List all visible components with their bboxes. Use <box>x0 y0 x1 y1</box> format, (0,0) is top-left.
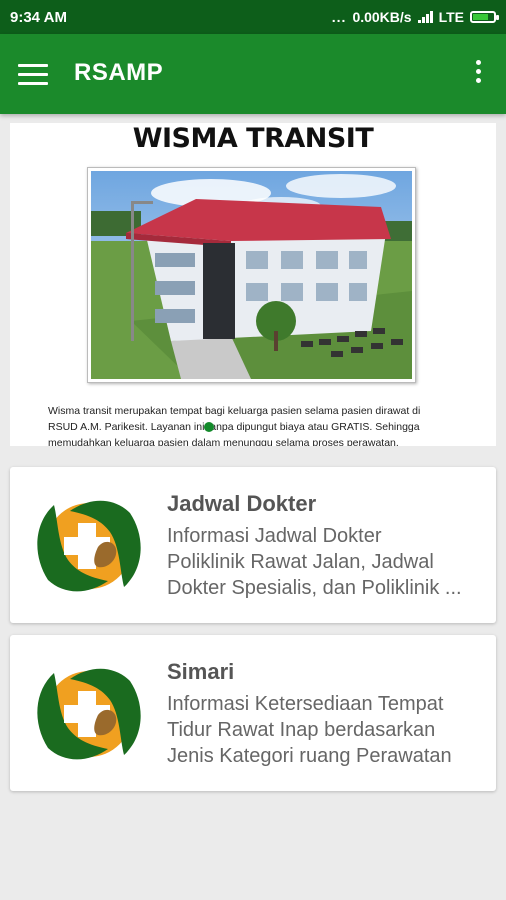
battery-charging-icon <box>470 11 499 23</box>
status-time: 9:34 AM <box>10 9 67 26</box>
card-title: Simari <box>167 659 235 684</box>
carousel-indicator-dot[interactable] <box>204 422 214 432</box>
network-speed: 0.00KB/s <box>352 9 412 25</box>
card-desc-line-2: Tidur Rawat Inap berdasarkan <box>167 719 436 741</box>
card-desc-line-3: Dokter Spesialis, dan Poliklinik ... <box>167 577 462 599</box>
card-desc-line-1: Informasi Jadwal Dokter <box>167 525 382 547</box>
card-description: Informasi Jadwal Dokter Poliklinik Rawat… <box>167 523 487 601</box>
hospital-logo-icon <box>37 668 141 760</box>
card-desc-line-1: Informasi Ketersediaan Tempat <box>167 693 444 715</box>
card-desc-line-3: Jenis Kategori ruang Perawatan <box>167 745 452 767</box>
card-title: Jadwal Dokter <box>167 491 317 516</box>
app-title: RSAMP <box>74 59 164 86</box>
hospital-logo-icon <box>37 500 141 592</box>
banner-line-3: memudahkan keluarga pasien dalam menungg… <box>48 437 399 446</box>
banner-line-2: RSUD A.M. Parikesit. Layanan ini tanpa d… <box>48 421 420 433</box>
banner-carousel[interactable]: WISMA TRANSIT Wisma transit merupakan te… <box>10 123 496 446</box>
hamburger-menu-icon[interactable] <box>18 64 48 86</box>
banner-photo <box>87 167 416 383</box>
banner-heading: WISMA TRANSIT <box>132 123 374 154</box>
overflow-menu-icon[interactable] <box>474 60 482 90</box>
network-type: LTE <box>438 9 464 25</box>
card-jadwal-dokter[interactable]: Jadwal Dokter Informasi Jadwal Dokter Po… <box>10 467 496 623</box>
card-simari[interactable]: Simari Informasi Ketersediaan Tempat Tid… <box>10 635 496 791</box>
banner-line-1: Wisma transit merupakan tempat bagi kelu… <box>48 405 421 417</box>
app-bar: RSAMP <box>0 34 506 114</box>
signal-icon <box>417 11 433 23</box>
status-bar: 9:34 AM ... 0.00KB/s LTE <box>0 0 506 34</box>
building-photo-image <box>91 171 412 379</box>
card-description: Informasi Ketersediaan Tempat Tidur Rawa… <box>167 691 487 769</box>
status-right: ... 0.00KB/s LTE <box>331 9 499 25</box>
banner-description: Wisma transit merupakan tempat bagi kelu… <box>48 403 458 446</box>
card-desc-line-2: Poliklinik Rawat Jalan, Jadwal <box>167 551 434 573</box>
notification-dots: ... <box>331 9 347 25</box>
